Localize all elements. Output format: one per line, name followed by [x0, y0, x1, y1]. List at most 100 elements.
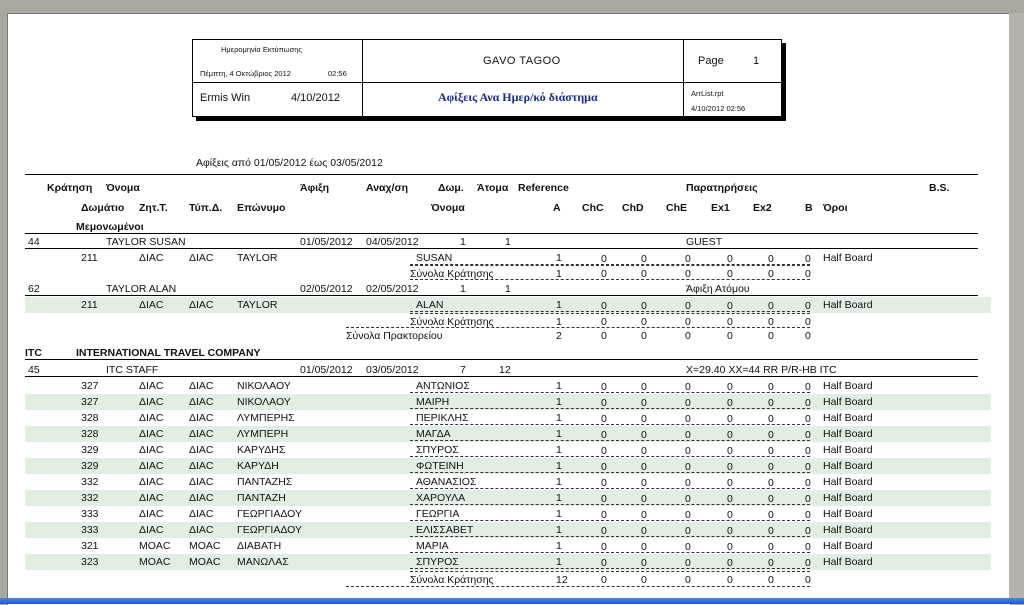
col-departure: Αναχ/ση: [366, 182, 409, 194]
col-bs: B.S.: [929, 182, 950, 194]
col-name: Όνομα: [106, 182, 140, 194]
reservation-no: 44: [28, 236, 40, 248]
col-a: A: [553, 202, 561, 214]
guest-room: 211: [81, 252, 98, 264]
total-ex1: 0: [727, 330, 733, 342]
col-reference: Reference: [518, 182, 569, 194]
guest-room: 333: [81, 524, 99, 536]
total-ex2: 0: [768, 574, 774, 586]
col-b: B: [805, 202, 813, 214]
guest-adults: 1: [556, 396, 562, 408]
total-chc: 0: [601, 574, 607, 586]
total-b: 0: [805, 574, 811, 586]
reservation-rooms: 1: [460, 283, 466, 295]
total-a: 12: [556, 574, 568, 586]
reservation-departure: 04/05/2012: [366, 236, 419, 248]
guest-first-name: ΦΩΤΕΙΝΗ: [416, 460, 464, 472]
guest-first-name: ALAN: [416, 299, 444, 311]
reservation-name: TAYLOR ALAN: [106, 283, 177, 295]
reservation-arrival: 01/05/2012: [300, 236, 353, 248]
guest-requested-type: ΔΙΑC: [139, 492, 164, 504]
reservation-remark: GUEST: [686, 236, 723, 248]
app-date: 4/10/2012: [291, 92, 340, 104]
guest-surname: TAYLOR: [237, 252, 278, 264]
guest-terms: Half Board: [823, 460, 873, 472]
reservation-remark: X=29.40 XX=44 RR P/R-HB ITC: [686, 364, 837, 376]
guest-room: 328: [81, 428, 99, 440]
col-first-name: Όνομα: [431, 202, 465, 214]
guest-surname: ΜΑΝΩΛΑΣ: [237, 556, 289, 568]
guest-first-name: ΜΑΡΙΑ: [416, 540, 449, 552]
col-chd: ChD: [622, 202, 644, 214]
guest-terms: Half Board: [823, 299, 873, 311]
guest-room-type: ΔΙΑC: [189, 476, 214, 488]
res-totals-label: Σύνολα Κράτησης: [410, 574, 494, 586]
guest-room-type: MOAC: [189, 556, 221, 568]
reservation-no: 45: [28, 364, 40, 376]
col-requested-type: Ζητ.Τ.: [139, 202, 168, 214]
reservation-rooms: 1: [460, 236, 466, 248]
guest-terms: Half Board: [823, 492, 873, 504]
guest-room-type: ΔΙΑC: [189, 428, 214, 440]
col-ex2: Ex2: [753, 202, 772, 214]
guest-surname: ΚΑΡΥΔΗΣ: [237, 444, 286, 456]
guest-room-type: ΔΙΑC: [189, 299, 214, 311]
guest-room-type: ΔΙΑC: [189, 460, 214, 472]
guest-room-type: ΔΙΑC: [189, 380, 214, 392]
guest-first-name: ΑΘΑΝΑΣΙΟΣ: [416, 476, 477, 488]
period-text: Αφίξεις από 01/05/2012 έως 03/05/2012: [196, 157, 383, 169]
guest-adults: 1: [556, 540, 562, 552]
guest-surname: ΛΥΜΠΕΡΗ: [237, 428, 289, 440]
guest-room: 327: [81, 380, 99, 392]
agency-totals-label: Σύνολα Πρακτορείου: [346, 330, 443, 342]
guest-first-name: ΜΑΓΔΑ: [416, 428, 451, 440]
guest-first-name: ΧΑΡΟΥΛΑ: [416, 492, 466, 504]
guest-adults: 1: [556, 299, 562, 311]
app-name: Ermis Win: [200, 92, 251, 104]
guest-surname: ΠΑΝΤΑΖΗΣ: [237, 476, 293, 488]
guest-room: 333: [81, 508, 99, 520]
guest-surname: ΚΑΡΥΔΗ: [237, 460, 279, 472]
group-name: Μεμονωμένοι: [76, 221, 144, 233]
guest-adults: 1: [556, 524, 562, 536]
guest-adults: 1: [556, 476, 562, 488]
total-chd: 0: [641, 330, 647, 342]
guest-first-name: SUSAN: [416, 252, 453, 264]
guest-first-name: ΣΠΥΡΟΣ: [416, 556, 459, 568]
col-room-type: Τύπ.Δ.: [189, 202, 223, 214]
reservation-arrival: 01/05/2012: [300, 364, 353, 376]
col-arrival: Άφιξη: [300, 182, 330, 194]
reservation-persons: 12: [499, 364, 511, 376]
print-time: 02:56: [328, 69, 347, 78]
guest-surname: ΛΥΜΠΕΡΗΣ: [237, 412, 295, 424]
page-label: Page: [698, 55, 724, 67]
page-number: 1: [753, 55, 760, 67]
guest-adults: 1: [556, 380, 562, 392]
guest-requested-type: ΔΙΑC: [139, 299, 164, 311]
guest-surname: ΓΕΩΡΓΙΑΔΟΥ: [237, 508, 302, 520]
guest-terms: Half Board: [823, 556, 873, 568]
reservation-departure: 02/05/2012: [366, 283, 419, 295]
col-reservation: Κράτηση: [47, 182, 93, 194]
guest-surname: ΠΑΝΤΑΖΗ: [237, 492, 286, 504]
total-chd: 0: [641, 574, 647, 586]
col-terms: Όροι: [823, 202, 848, 214]
guest-adults: 1: [556, 492, 562, 504]
guest-requested-type: ΔΙΑC: [139, 396, 164, 408]
guest-terms: Half Board: [823, 380, 873, 392]
total-che: 0: [685, 330, 691, 342]
guest-requested-type: ΔΙΑC: [139, 252, 164, 264]
guest-surname: ΔΙΑΒΑΤΗ: [237, 540, 282, 552]
total-chc: 0: [601, 330, 607, 342]
guest-terms: Half Board: [823, 540, 873, 552]
group-code: ITC: [25, 347, 42, 359]
guest-first-name: ΜΑΙΡΗ: [416, 396, 450, 408]
report-page: Ημερομηνία Εκτύπωσης Πέμπτη, 4 Οκτώβριος…: [7, 13, 1010, 605]
reservation-name: TAYLOR SUSAN: [106, 236, 186, 248]
guest-room: 327: [81, 396, 99, 408]
guest-requested-type: ΔΙΑC: [139, 412, 164, 424]
total-a: 2: [556, 330, 562, 342]
guest-room: 211: [81, 299, 98, 311]
group-name: INTERNATIONAL TRAVEL COMPANY: [76, 347, 261, 359]
guest-requested-type: ΔΙΑC: [139, 508, 164, 520]
